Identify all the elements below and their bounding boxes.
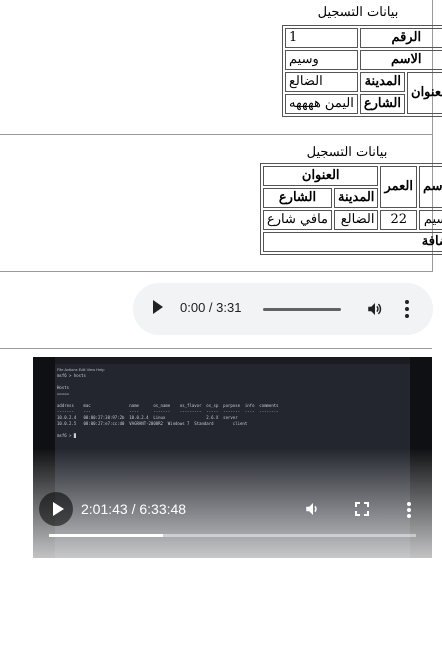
terminal-menu: File Actions Edit View Help	[57, 367, 105, 372]
video-progress-slider[interactable]	[49, 534, 416, 537]
number-value: 1	[285, 28, 358, 48]
row-age: 22	[380, 210, 417, 230]
add-button[interactable]: اضافة	[263, 232, 442, 252]
col-street-header: الشارع	[263, 188, 332, 208]
volume-icon[interactable]	[366, 300, 384, 318]
terminal-line: msf6 > hosts	[57, 373, 86, 378]
video-volume-icon[interactable]	[304, 500, 322, 518]
col-name-header: الاسم	[418, 166, 442, 208]
terminal-line: =====	[57, 391, 70, 396]
audio-progress-slider[interactable]	[263, 308, 341, 311]
col-age-header: العمر	[380, 166, 417, 208]
terminal-line: 10.0.2.5 08:00:27:e7:cc:d0 VAGRANT-2008R…	[57, 421, 248, 426]
form2-table: الاسم العمر العنوان المدينة الشارع وسيم …	[260, 163, 442, 255]
terminal-line: msf6 > ▉	[57, 433, 77, 438]
divider	[0, 348, 432, 349]
video-more-vert-icon[interactable]	[407, 502, 411, 518]
col-city-header: المدينة	[334, 188, 379, 208]
name-value: وسيم	[285, 50, 358, 70]
street-label: الشارع	[359, 94, 406, 114]
more-vert-icon[interactable]	[405, 300, 409, 318]
terminal-line: 10.0.2.4 08:00:27:38:97:2b 10.0.2.4 Linu…	[57, 415, 238, 420]
form1-table: الرقم 1 الاسم وسيم العنوان المدينة الضال…	[282, 25, 442, 117]
form2-caption: بيانات التسجيل	[306, 145, 388, 160]
form1-caption: بيانات التسجيل	[317, 5, 399, 20]
terminal-line: address mac name os_name os_flavor os_sp…	[57, 403, 279, 408]
street-value: اليمن ههههه	[285, 94, 358, 114]
video-play-button[interactable]	[39, 492, 73, 526]
name-label: الاسم	[359, 50, 442, 70]
desktop-taskbar	[55, 357, 410, 364]
col-address-header: العنوان	[263, 166, 379, 186]
table-row: وسيم 22 الضالع مافي شارع	[263, 210, 442, 230]
fullscreen-icon[interactable]	[355, 502, 369, 516]
row-city: الضالع	[334, 210, 379, 230]
terminal-line: ------- --- ---- ------- --------- -----…	[57, 409, 279, 414]
row-street: مافي شارع	[263, 210, 332, 230]
audio-player[interactable]: 0:00 / 3:31	[133, 283, 433, 335]
row-name: وسيم	[418, 210, 442, 230]
city-label: المدينة	[359, 72, 406, 92]
number-label: الرقم	[359, 28, 442, 48]
play-icon	[53, 502, 64, 516]
video-time: 2:01:43 / 6:33:48	[81, 501, 187, 517]
terminal-line: Hosts	[57, 385, 70, 390]
video-progress-fill	[49, 534, 163, 537]
address-label: العنوان	[407, 72, 442, 114]
divider	[0, 134, 432, 135]
video-player[interactable]: File Actions Edit View Help msf6 > hosts…	[33, 357, 432, 558]
divider	[0, 271, 432, 272]
city-value: الضالع	[285, 72, 358, 92]
play-icon[interactable]	[153, 300, 163, 314]
audio-time: 0:00 / 3:31	[180, 300, 242, 315]
